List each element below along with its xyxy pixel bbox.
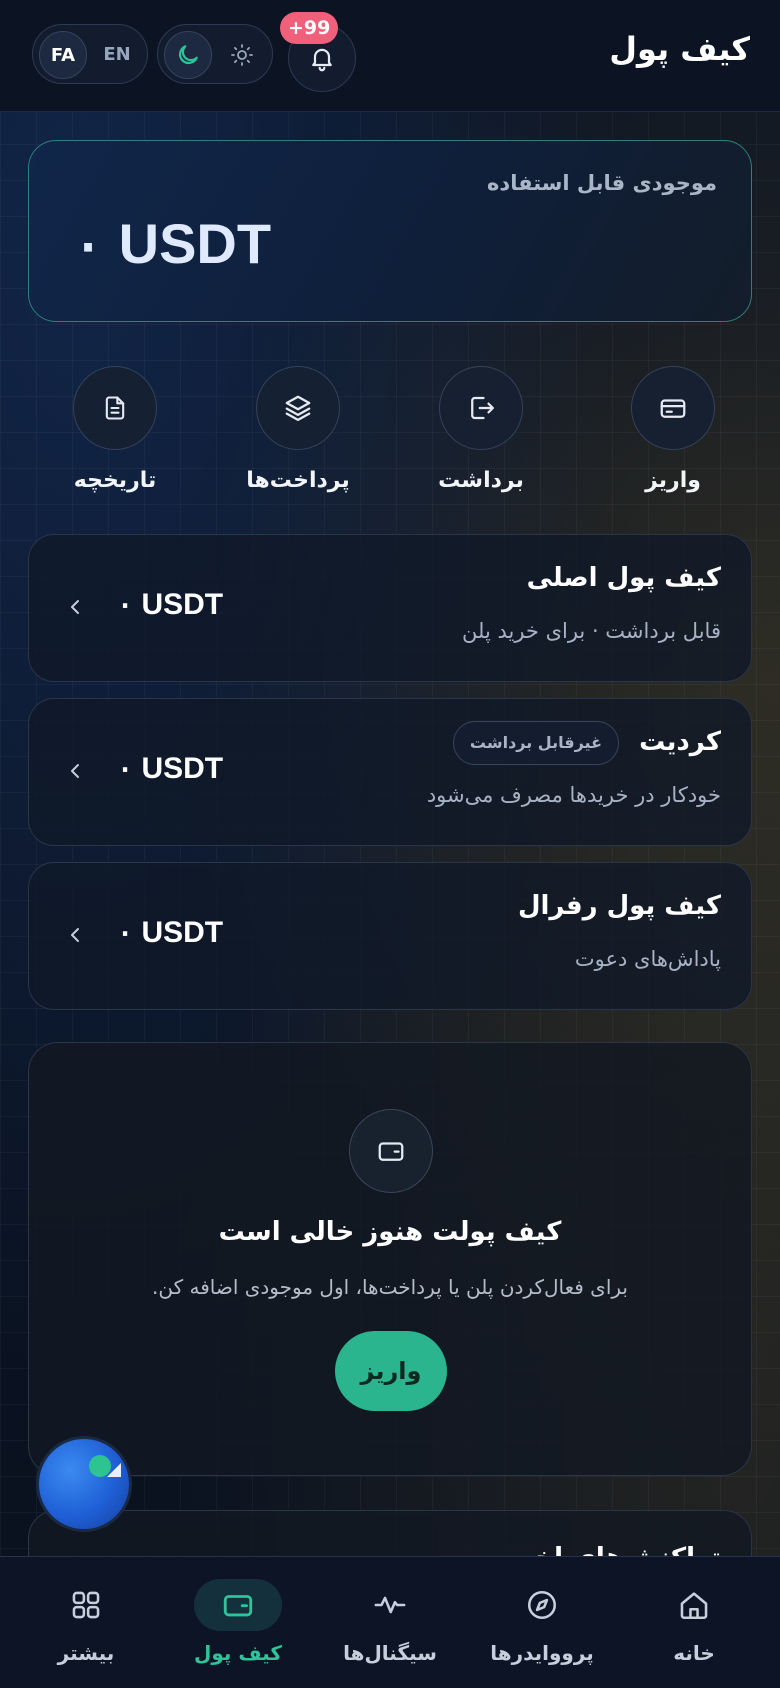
nav-icon-wrapper	[498, 1579, 586, 1631]
light-mode-button[interactable]	[218, 31, 266, 79]
nav-label: کیف پول	[194, 1641, 282, 1665]
empty-state-description: برای فعال‌کردن پلن یا پرداخت‌ها، اول موج…	[152, 1275, 628, 1299]
available-balance-card: موجودی قابل استفاده ۰ USDT	[28, 140, 752, 322]
action-withdraw[interactable]: برداشت	[416, 366, 546, 493]
wallet-row-main[interactable]: کیف پول اصلی قابل برداشت · برای خرید پلن…	[28, 534, 752, 682]
payments-action-button[interactable]	[256, 366, 340, 450]
chevron-left-icon	[71, 928, 79, 942]
wallet-subtitle: قابل برداشت · برای خرید پلن	[462, 619, 721, 643]
nav-icon-wrapper	[650, 1579, 738, 1631]
wallet-title: کیف پول اصلی	[526, 563, 721, 593]
grid-icon	[72, 1591, 100, 1619]
sun-icon	[231, 44, 253, 66]
nav-item-wallet[interactable]: کیف پول	[160, 1557, 316, 1688]
wallet-amount: ۰ USDT	[117, 588, 224, 621]
top-header: کیف پول FA EN +99	[0, 0, 780, 112]
balance-amount: ۰ USDT	[73, 212, 272, 275]
language-option-en[interactable]: EN	[93, 31, 141, 79]
wallet-icon	[223, 1595, 253, 1617]
compass-icon	[527, 1590, 557, 1620]
balance-label: موجودی قابل استفاده	[487, 171, 717, 195]
page-title: کیف پول	[609, 30, 750, 68]
wallet-amount: ۰ USDT	[117, 916, 224, 949]
deposit-action-button[interactable]	[631, 366, 715, 450]
dark-mode-button[interactable]	[164, 31, 212, 79]
nav-label: پرووایدرها	[490, 1641, 594, 1665]
document-icon	[105, 396, 125, 420]
empty-state-title: کیف پولت هنوز خالی است	[218, 1217, 562, 1247]
nav-item-signals[interactable]: سیگنال‌ها	[312, 1557, 468, 1688]
nav-item-providers[interactable]: پرووایدرها	[464, 1557, 620, 1688]
nav-label: بیشتر	[57, 1641, 115, 1665]
corner-mark	[107, 1463, 121, 1477]
withdraw-action-label: برداشت	[438, 468, 524, 493]
chevron-left-icon	[71, 764, 79, 778]
card-icon	[660, 399, 686, 418]
home-icon	[680, 1592, 708, 1620]
non-withdrawable-badge: غیرقابل برداشت	[452, 721, 619, 765]
nav-label: خانه	[673, 1641, 715, 1665]
deposit-button[interactable]: واریز	[335, 1331, 447, 1411]
wallet-row-credit[interactable]: کردیت غیرقابل برداشت خودکار در خریدها مص…	[28, 698, 752, 846]
action-payments[interactable]: پرداخت‌ها	[233, 366, 363, 493]
history-action-button[interactable]	[73, 366, 157, 450]
wallet-icon	[378, 1142, 404, 1161]
nav-icon-wrapper	[194, 1579, 282, 1631]
nav-label: سیگنال‌ها	[343, 1641, 437, 1665]
language-toggle[interactable]: FA EN	[32, 24, 148, 84]
withdraw-action-button[interactable]	[439, 366, 523, 450]
action-history[interactable]: تاریخچه	[50, 366, 180, 493]
layers-icon	[285, 395, 311, 421]
wallet-row-referral[interactable]: کیف پول رفرال پاداش‌های دعوت ۰ USDT	[28, 862, 752, 1010]
wallet-title: کیف پول رفرال	[517, 891, 721, 921]
action-deposit[interactable]: واریز	[608, 366, 738, 493]
floating-avatar-button[interactable]	[36, 1436, 132, 1532]
language-option-fa[interactable]: FA	[39, 31, 87, 79]
empty-wallet-icon-wrapper	[349, 1109, 433, 1193]
nav-icon-wrapper	[42, 1579, 130, 1631]
wallet-title: کردیت	[639, 727, 721, 757]
moon-icon	[178, 45, 198, 65]
theme-toggle[interactable]	[157, 24, 273, 84]
wallet-amount: ۰ USDT	[117, 752, 224, 785]
pulse-icon	[374, 1596, 406, 1614]
payments-action-label: پرداخت‌ها	[246, 468, 350, 493]
empty-wallet-card: کیف پولت هنوز خالی است برای فعال‌کردن پل…	[28, 1042, 752, 1476]
nav-icon-wrapper	[346, 1579, 434, 1631]
chevron-left-icon	[71, 600, 79, 614]
wallet-subtitle: پاداش‌های دعوت	[574, 947, 721, 971]
nav-item-home[interactable]: خانه	[616, 1557, 772, 1688]
nav-item-more[interactable]: بیشتر	[8, 1557, 164, 1688]
notification-count-badge: +99	[280, 12, 339, 44]
history-action-label: تاریخچه	[73, 468, 157, 493]
wallet-subtitle: خودکار در خریدها مصرف می‌شود	[426, 783, 721, 807]
deposit-action-label: واریز	[645, 468, 701, 493]
bell-icon	[312, 48, 332, 72]
logout-icon	[471, 396, 494, 420]
bottom-navigation: خانه پرووایدرها سیگنال‌ها کیف پول	[0, 1556, 780, 1688]
